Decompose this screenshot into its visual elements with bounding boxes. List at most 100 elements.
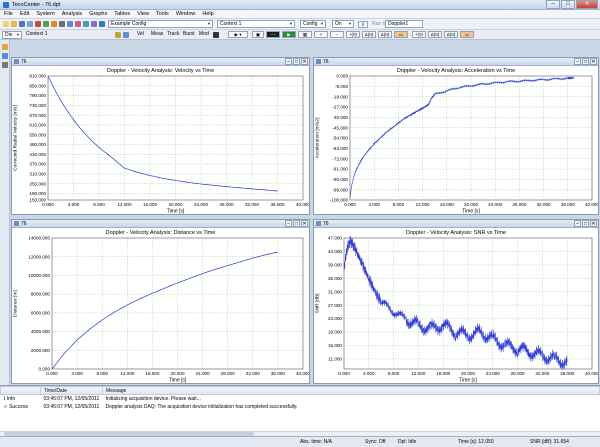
table-icon[interactable] <box>83 21 89 27</box>
meas-button[interactable]: Meas <box>151 30 163 39</box>
filter-icon[interactable] <box>91 21 97 27</box>
chart-title: Doppler - Velocity Analysis: Distance vs… <box>106 230 216 236</box>
chart-window-distance[interactable]: 76 – □ ✕ Doppler - Velocity Analysis: Dist… <box>11 219 310 384</box>
menu-edit[interactable]: Edit <box>20 10 29 18</box>
zoom-tool-icon[interactable] <box>2 53 8 59</box>
refresh-icon[interactable] <box>43 21 49 27</box>
doppler-field[interactable]: Doppler1 <box>385 20 423 28</box>
message-type-header[interactable] <box>0 386 41 395</box>
on-dropdown[interactable]: On ▼ <box>332 20 354 28</box>
chart-window-acceleration[interactable]: 76 – □ ✕ Doppler - Velocity Analysis: Acce… <box>313 57 599 215</box>
menu-tables[interactable]: Tables <box>114 10 130 18</box>
minimize-button[interactable]: – <box>285 220 292 227</box>
table-row[interactable]: ℹ Info 03:45:07 PM, 12/05/2011 Initializ… <box>1 395 600 403</box>
new-file-icon[interactable] <box>3 21 9 27</box>
close-button[interactable]: ✕ <box>301 58 308 65</box>
y-tick-label: 27.000 <box>328 303 342 308</box>
chart-window-number: 76 <box>323 59 329 65</box>
pill-button-5[interactable]: Δ(0) <box>428 31 442 38</box>
info-icon: ℹ <box>3 395 6 402</box>
snr-status: SNR [dB]: 31.654 <box>530 439 569 445</box>
x-tick-label: 36.000 <box>270 202 284 207</box>
pill-button-6[interactable]: Δ(0) <box>444 31 458 38</box>
run-button[interactable]: ▶ <box>282 31 296 38</box>
cursor-icon[interactable] <box>123 32 129 38</box>
maximize-button[interactable]: □ <box>293 58 300 65</box>
chart-icon[interactable] <box>75 21 81 27</box>
track-button[interactable]: Track <box>167 30 179 39</box>
close-button[interactable]: ✕ <box>301 220 308 227</box>
y-tick-label: 610.000 <box>29 123 46 128</box>
maximize-button[interactable]: □ <box>582 220 589 227</box>
menu-graphs[interactable]: Graphs <box>89 10 107 18</box>
save-icon[interactable] <box>19 21 25 27</box>
pan-tool-icon[interactable] <box>2 62 8 68</box>
pointer-tool-icon[interactable] <box>2 44 8 50</box>
maximize-button[interactable]: □ <box>582 58 589 65</box>
menu-analysis[interactable]: Analysis <box>62 10 82 18</box>
table-row[interactable]: ✔ Success 03:45:07 PM, 12/05/2011 Dopple… <box>1 403 600 411</box>
mode-combo[interactable]: Dis ▼ <box>2 31 22 39</box>
grid-button[interactable]: ▦ <box>298 31 312 38</box>
x-tick-label: 16.000 <box>436 371 450 376</box>
message-time-header[interactable]: Time/Date <box>40 386 103 395</box>
chart-window-icon <box>14 221 19 226</box>
menu-view[interactable]: View <box>137 10 149 18</box>
x-tick-label: 0.000 <box>46 371 58 376</box>
menu-help[interactable]: Help <box>202 10 213 18</box>
close-button[interactable]: ✕ <box>590 58 597 65</box>
pause-button[interactable]: ‖ <box>358 21 368 28</box>
menu-window[interactable]: Window <box>176 10 196 18</box>
x-tick-label: 28.000 <box>219 202 233 207</box>
y-tick-label: -81.000 <box>332 167 348 172</box>
menu-file[interactable]: File <box>4 10 13 18</box>
scope-button[interactable]: ~~ <box>266 31 280 38</box>
zoom-in-button[interactable]: + <box>314 31 328 38</box>
marker-icon[interactable] <box>115 32 121 38</box>
menu-system[interactable]: System <box>36 10 54 18</box>
vel-button[interactable]: Vel <box>137 30 144 39</box>
y-tick-label: 43.000 <box>328 249 342 254</box>
y-tick-label: 0.000 <box>39 367 51 372</box>
play-dropdown[interactable]: ▶ ▾ <box>228 31 248 38</box>
close-button[interactable]: ✕ <box>590 220 597 227</box>
time-status: Time [s]: 12.050 <box>458 439 494 445</box>
zoom-button[interactable]: ▣ <box>252 31 264 38</box>
maximize-button[interactable]: □ <box>293 220 300 227</box>
pill-button-2[interactable]: Δ(0) <box>362 31 376 38</box>
pill-button-4[interactable]: +(0) <box>412 31 426 38</box>
chart-window-velocity[interactable]: 76 – □ ✕ Doppler - Velocity Analysis: Velo… <box>11 57 310 215</box>
print-icon[interactable] <box>27 21 33 27</box>
info-icon[interactable] <box>99 21 105 27</box>
minimize-button[interactable]: – <box>574 220 581 227</box>
message-text-header[interactable]: Message <box>102 386 600 395</box>
minimize-button[interactable]: – <box>574 58 581 65</box>
stop-icon[interactable] <box>213 32 219 38</box>
pill-button-3[interactable]: Δ(0) <box>378 31 392 38</box>
minimize-button[interactable]: – <box>546 0 560 9</box>
status-bar: Abs. time: N/A Sync: Off Dpl: Idle Time … <box>0 436 600 447</box>
pill-button-1[interactable]: +(0) <box>346 31 360 38</box>
highlight-button-2[interactable]: ▭ <box>460 31 474 38</box>
chart-window-snr[interactable]: 76 – □ ✕ Doppler - Velocity Analysis: SNR … <box>313 219 599 384</box>
x-tick-label: 12.000 <box>120 371 134 376</box>
config-dropdown[interactable]: Config ▼ <box>300 20 326 28</box>
minimize-button[interactable]: – <box>285 58 292 65</box>
chart-window-icon <box>316 221 321 226</box>
delete-icon[interactable] <box>35 21 41 27</box>
y-axis-label: Acceleration [m/s2] <box>315 118 321 159</box>
export-icon[interactable] <box>51 21 57 27</box>
context-combo[interactable]: Context 1 ▼ <box>217 20 295 28</box>
maximize-button[interactable]: □ <box>561 0 575 9</box>
copy-icon[interactable] <box>67 21 73 27</box>
x-tick-label: 20.000 <box>464 202 478 207</box>
zoom-out-button[interactable]: − <box>330 31 344 38</box>
menu-tools[interactable]: Tools <box>156 10 169 18</box>
mod-button[interactable]: Mod <box>199 30 209 39</box>
config-combo[interactable]: Example Config ▼ <box>108 20 213 28</box>
settings-icon[interactable] <box>59 21 65 27</box>
close-button[interactable]: ✕ <box>576 0 598 9</box>
burst-button[interactable]: Burst <box>183 30 195 39</box>
highlight-button[interactable]: ▭ <box>394 31 408 38</box>
open-folder-icon[interactable] <box>11 21 17 27</box>
